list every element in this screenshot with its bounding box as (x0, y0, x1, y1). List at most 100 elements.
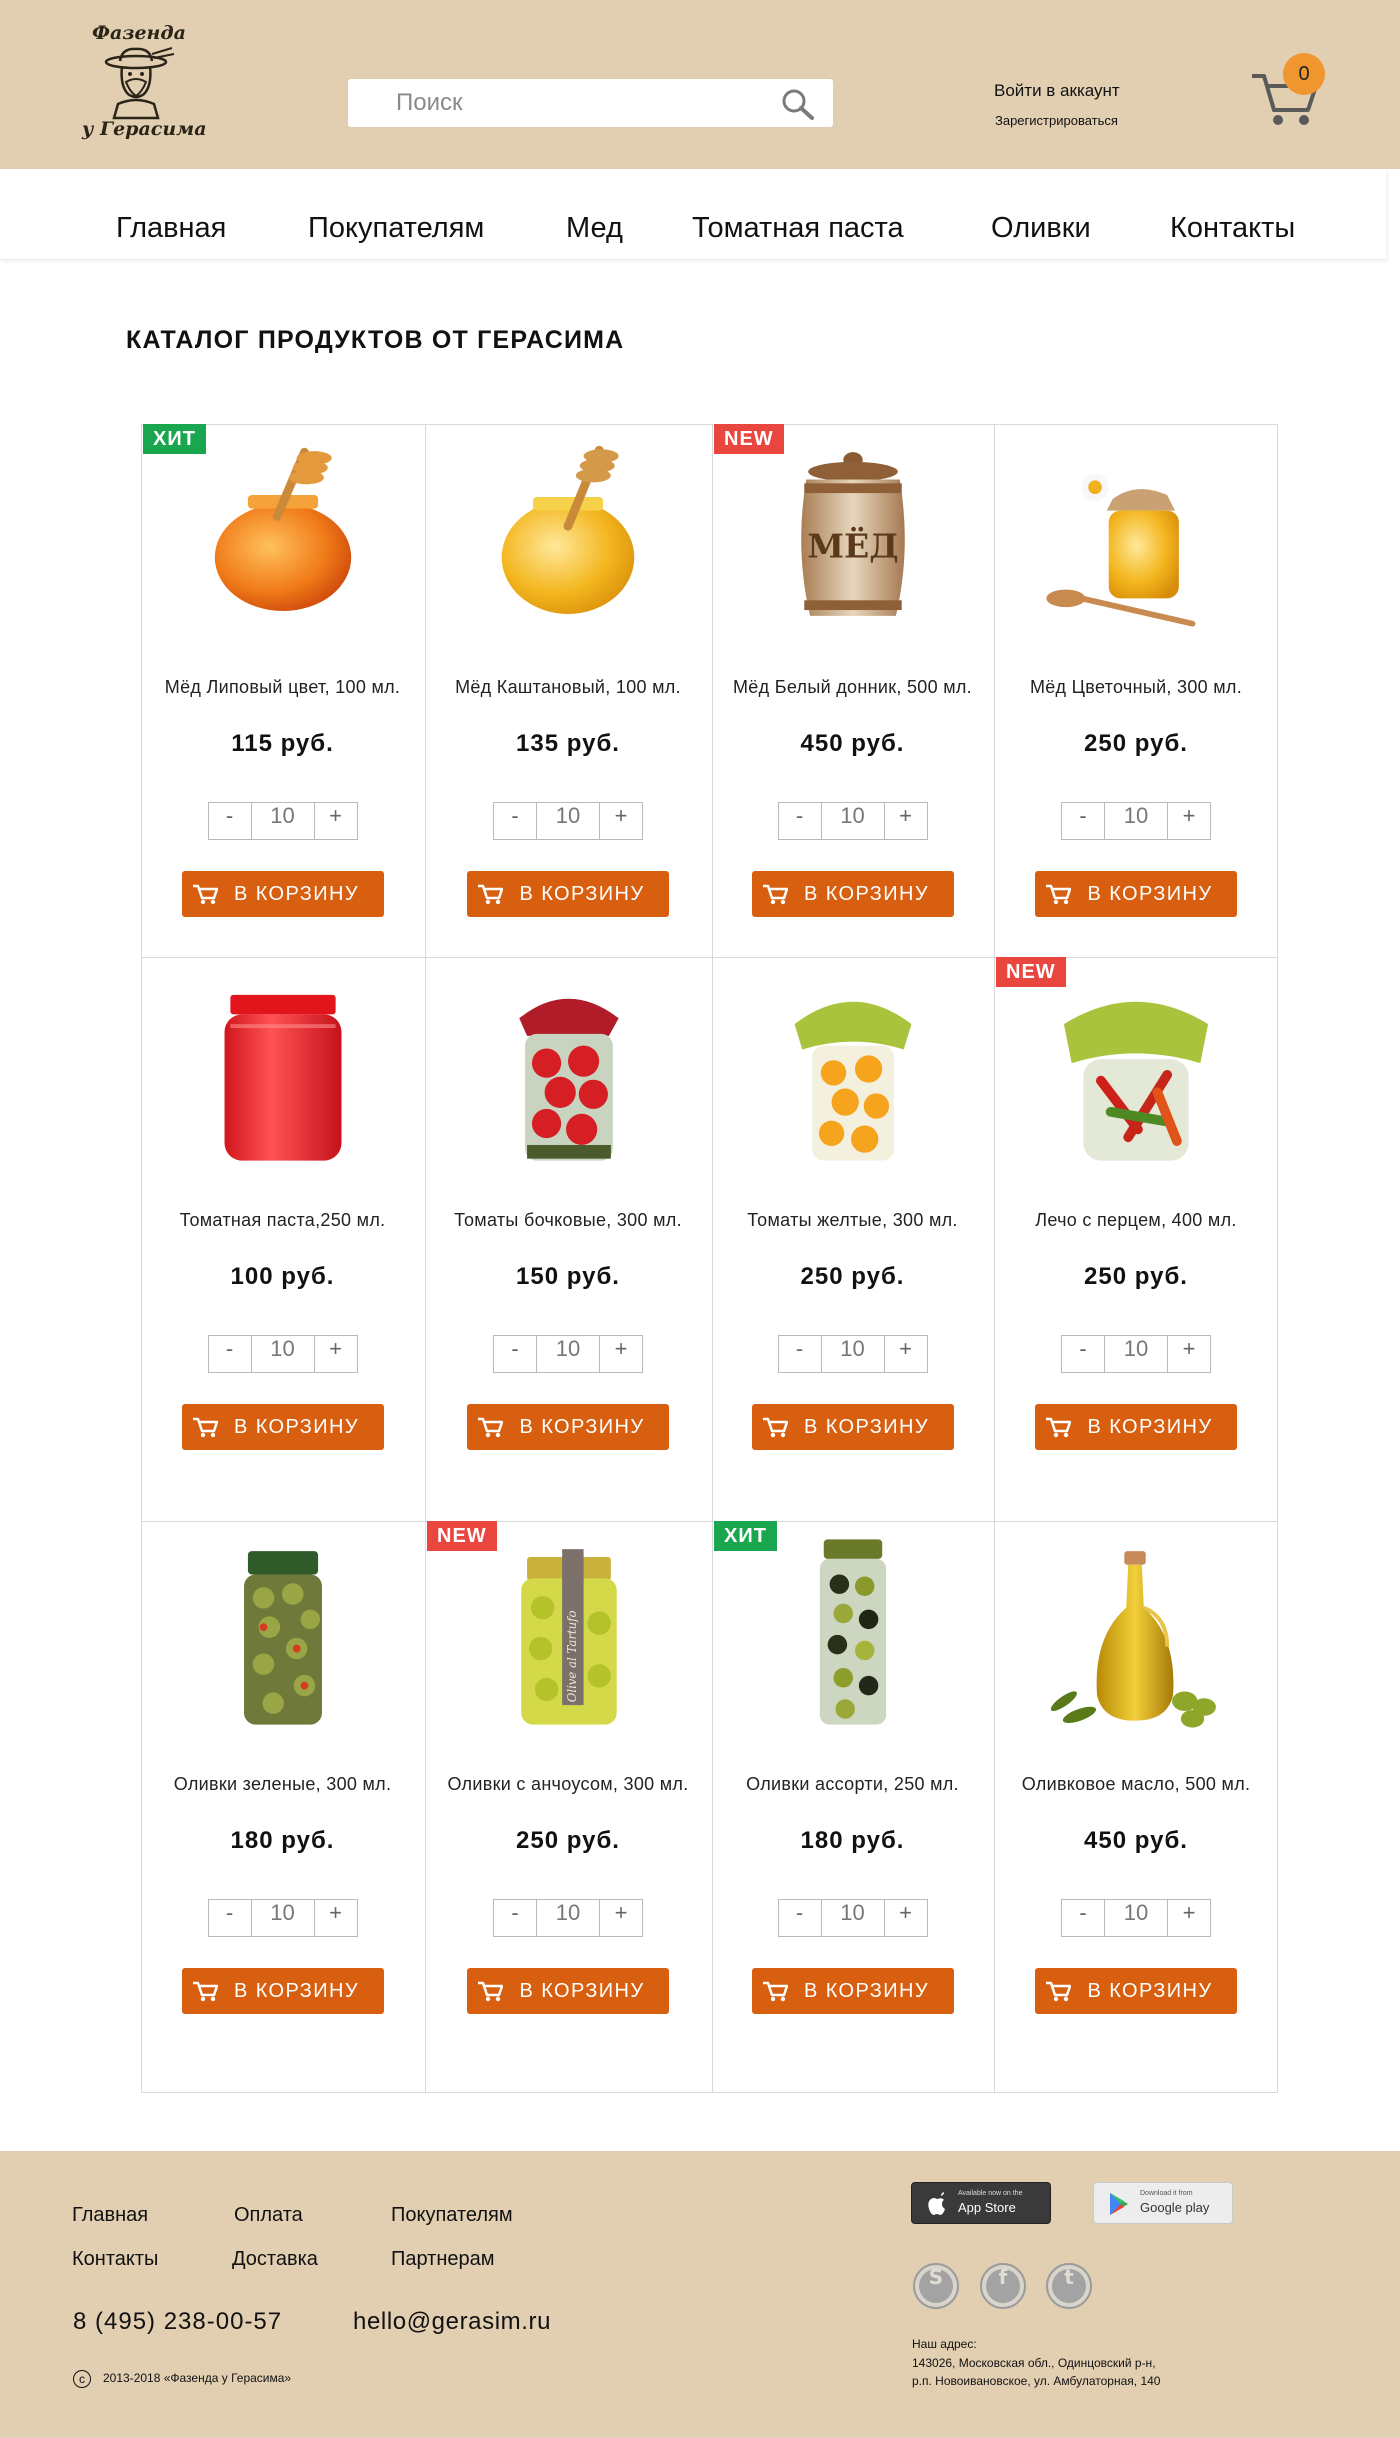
product-name[interactable]: Томатная паста,250 мл. (141, 1210, 424, 1231)
quantity-minus-button[interactable]: - (779, 1336, 821, 1372)
quantity-input[interactable]: 10 (820, 1900, 885, 1936)
quantity-minus-button[interactable]: - (209, 803, 251, 839)
add-to-cart-button[interactable]: В КОРЗИНУ (181, 1968, 384, 2014)
cart-count-badge[interactable]: 0 (1283, 53, 1325, 95)
product-name[interactable]: Мёд Белый донник, 500 мл. (712, 677, 993, 698)
nav-item-olives[interactable]: Оливки (991, 212, 1091, 245)
product-name[interactable]: Оливковое масло, 500 мл. (994, 1774, 1278, 1795)
quantity-plus-button[interactable]: + (315, 1900, 357, 1936)
quantity-plus-button[interactable]: + (1168, 1900, 1210, 1936)
add-to-cart-button[interactable]: В КОРЗИНУ (1035, 1968, 1237, 2014)
quantity-plus-button[interactable]: + (1168, 803, 1210, 839)
logo[interactable]: Фазенда у Герасима (78, 22, 207, 146)
add-to-cart-button[interactable]: В КОРЗИНУ (467, 1404, 669, 1450)
app-store-button[interactable]: Available now on the App Store (911, 2182, 1051, 2224)
quantity-minus-button[interactable]: - (209, 1336, 251, 1372)
quantity-input[interactable]: 10 (1104, 803, 1168, 839)
quantity-minus-button[interactable]: - (1062, 1336, 1104, 1372)
quantity-minus-button[interactable]: - (494, 803, 536, 839)
product-image[interactable] (1021, 963, 1251, 1173)
quantity-input[interactable]: 10 (1104, 1336, 1168, 1372)
quantity-minus-button[interactable]: - (779, 1900, 821, 1936)
product-image[interactable] (738, 963, 968, 1173)
product-name[interactable]: Оливки зеленые, 300 мл. (141, 1774, 424, 1795)
add-to-cart-button[interactable]: В КОРЗИНУ (467, 871, 669, 917)
product-image[interactable] (168, 430, 398, 640)
product-image[interactable]: МЁД (738, 430, 968, 640)
product-name[interactable]: Мёд Цветочный, 300 мл. (994, 677, 1278, 698)
quantity-minus-button[interactable]: - (494, 1336, 536, 1372)
footer-link-customers[interactable]: Покупателям (391, 2204, 513, 2227)
footer-email[interactable]: hello@gerasim.ru (353, 2308, 551, 2336)
quantity-plus-button[interactable]: + (315, 803, 357, 839)
quantity-input[interactable]: 10 (1104, 1900, 1168, 1936)
quantity-input[interactable]: 10 (250, 1900, 315, 1936)
quantity-input[interactable]: 10 (536, 1336, 600, 1372)
quantity-stepper: -10 + (777, 802, 928, 840)
quantity-plus-button[interactable]: + (600, 803, 642, 839)
twitter-icon[interactable]: t (1046, 2263, 1092, 2309)
footer-link-partners[interactable]: Партнерам (391, 2248, 495, 2271)
add-to-cart-button[interactable]: В КОРЗИНУ (181, 1404, 384, 1450)
quantity-plus-button[interactable]: + (885, 803, 927, 839)
add-to-cart-button[interactable]: В КОРЗИНУ (751, 871, 954, 917)
quantity-input[interactable]: 10 (250, 803, 315, 839)
add-to-cart-button[interactable]: В КОРЗИНУ (181, 871, 384, 917)
nav-item-honey[interactable]: Мед (566, 212, 623, 245)
search-box (348, 79, 833, 127)
product-image[interactable] (1021, 1527, 1251, 1737)
product-name[interactable]: Лечо с перцем, 400 мл. (994, 1210, 1278, 1231)
add-to-cart-button[interactable]: В КОРЗИНУ (751, 1404, 954, 1450)
search-input[interactable] (348, 79, 768, 127)
footer-link-delivery[interactable]: Доставка (232, 2248, 318, 2271)
product-name[interactable]: Мёд Каштановый, 100 мл. (425, 677, 711, 698)
login-link[interactable]: Войти в аккаунт (994, 81, 1120, 101)
quantity-plus-button[interactable]: + (315, 1336, 357, 1372)
facebook-icon[interactable]: f (980, 2263, 1026, 2309)
quantity-input[interactable]: 10 (536, 1900, 600, 1936)
product-name[interactable]: Томаты бочковые, 300 мл. (425, 1210, 711, 1231)
quantity-input[interactable]: 10 (536, 803, 600, 839)
product-image[interactable] (168, 1527, 398, 1737)
add-to-cart-button[interactable]: В КОРЗИНУ (751, 1968, 954, 2014)
nav-item-contacts[interactable]: Контакты (1170, 212, 1295, 245)
footer-link-payment[interactable]: Оплата (234, 2204, 303, 2227)
add-to-cart-button[interactable]: В КОРЗИНУ (1035, 871, 1237, 917)
nav-item-tomato-paste[interactable]: Томатная паста (692, 212, 904, 245)
product-image[interactable] (453, 963, 683, 1173)
footer-phone[interactable]: 8 (495) 238-00-57 (73, 2308, 282, 2336)
footer-link-contacts[interactable]: Контакты (72, 2248, 158, 2271)
register-link[interactable]: Зарегистрироваться (995, 113, 1118, 128)
product-image[interactable] (453, 430, 683, 640)
nav-item-home[interactable]: Главная (116, 212, 226, 245)
quantity-minus-button[interactable]: - (209, 1900, 251, 1936)
quantity-minus-button[interactable]: - (1062, 1900, 1104, 1936)
add-to-cart-button[interactable]: В КОРЗИНУ (1035, 1404, 1237, 1450)
quantity-plus-button[interactable]: + (885, 1336, 927, 1372)
add-to-cart-label: В КОРЗИНУ (519, 1416, 645, 1438)
product-image[interactable] (1021, 430, 1251, 640)
quantity-input[interactable]: 10 (250, 1336, 315, 1372)
product-name[interactable]: Мёд Липовый цвет, 100 мл. (141, 677, 424, 698)
quantity-minus-button[interactable]: - (1062, 803, 1104, 839)
product-image[interactable] (738, 1527, 968, 1737)
add-to-cart-button[interactable]: В КОРЗИНУ (467, 1968, 669, 2014)
quantity-plus-button[interactable]: + (1168, 1336, 1210, 1372)
quantity-minus-button[interactable]: - (494, 1900, 536, 1936)
product-name[interactable]: Оливки ассорти, 250 мл. (712, 1774, 993, 1795)
quantity-plus-button[interactable]: + (885, 1900, 927, 1936)
product-name[interactable]: Томаты желтые, 300 мл. (712, 1210, 993, 1231)
quantity-input[interactable]: 10 (820, 803, 885, 839)
skype-icon[interactable]: S (913, 2263, 959, 2309)
quantity-plus-button[interactable]: + (600, 1900, 642, 1936)
nav-item-customers[interactable]: Покупателям (308, 212, 484, 245)
product-name[interactable]: Оливки с анчоусом, 300 мл. (425, 1774, 711, 1795)
product-image[interactable] (168, 963, 398, 1173)
quantity-minus-button[interactable]: - (779, 803, 821, 839)
quantity-input[interactable]: 10 (820, 1336, 885, 1372)
search-icon[interactable] (781, 88, 815, 120)
product-image[interactable]: Olive al Tartufo (453, 1527, 683, 1737)
quantity-plus-button[interactable]: + (600, 1336, 642, 1372)
google-play-button[interactable]: Download it from Google play (1093, 2182, 1233, 2224)
footer-link-home[interactable]: Главная (72, 2204, 148, 2227)
